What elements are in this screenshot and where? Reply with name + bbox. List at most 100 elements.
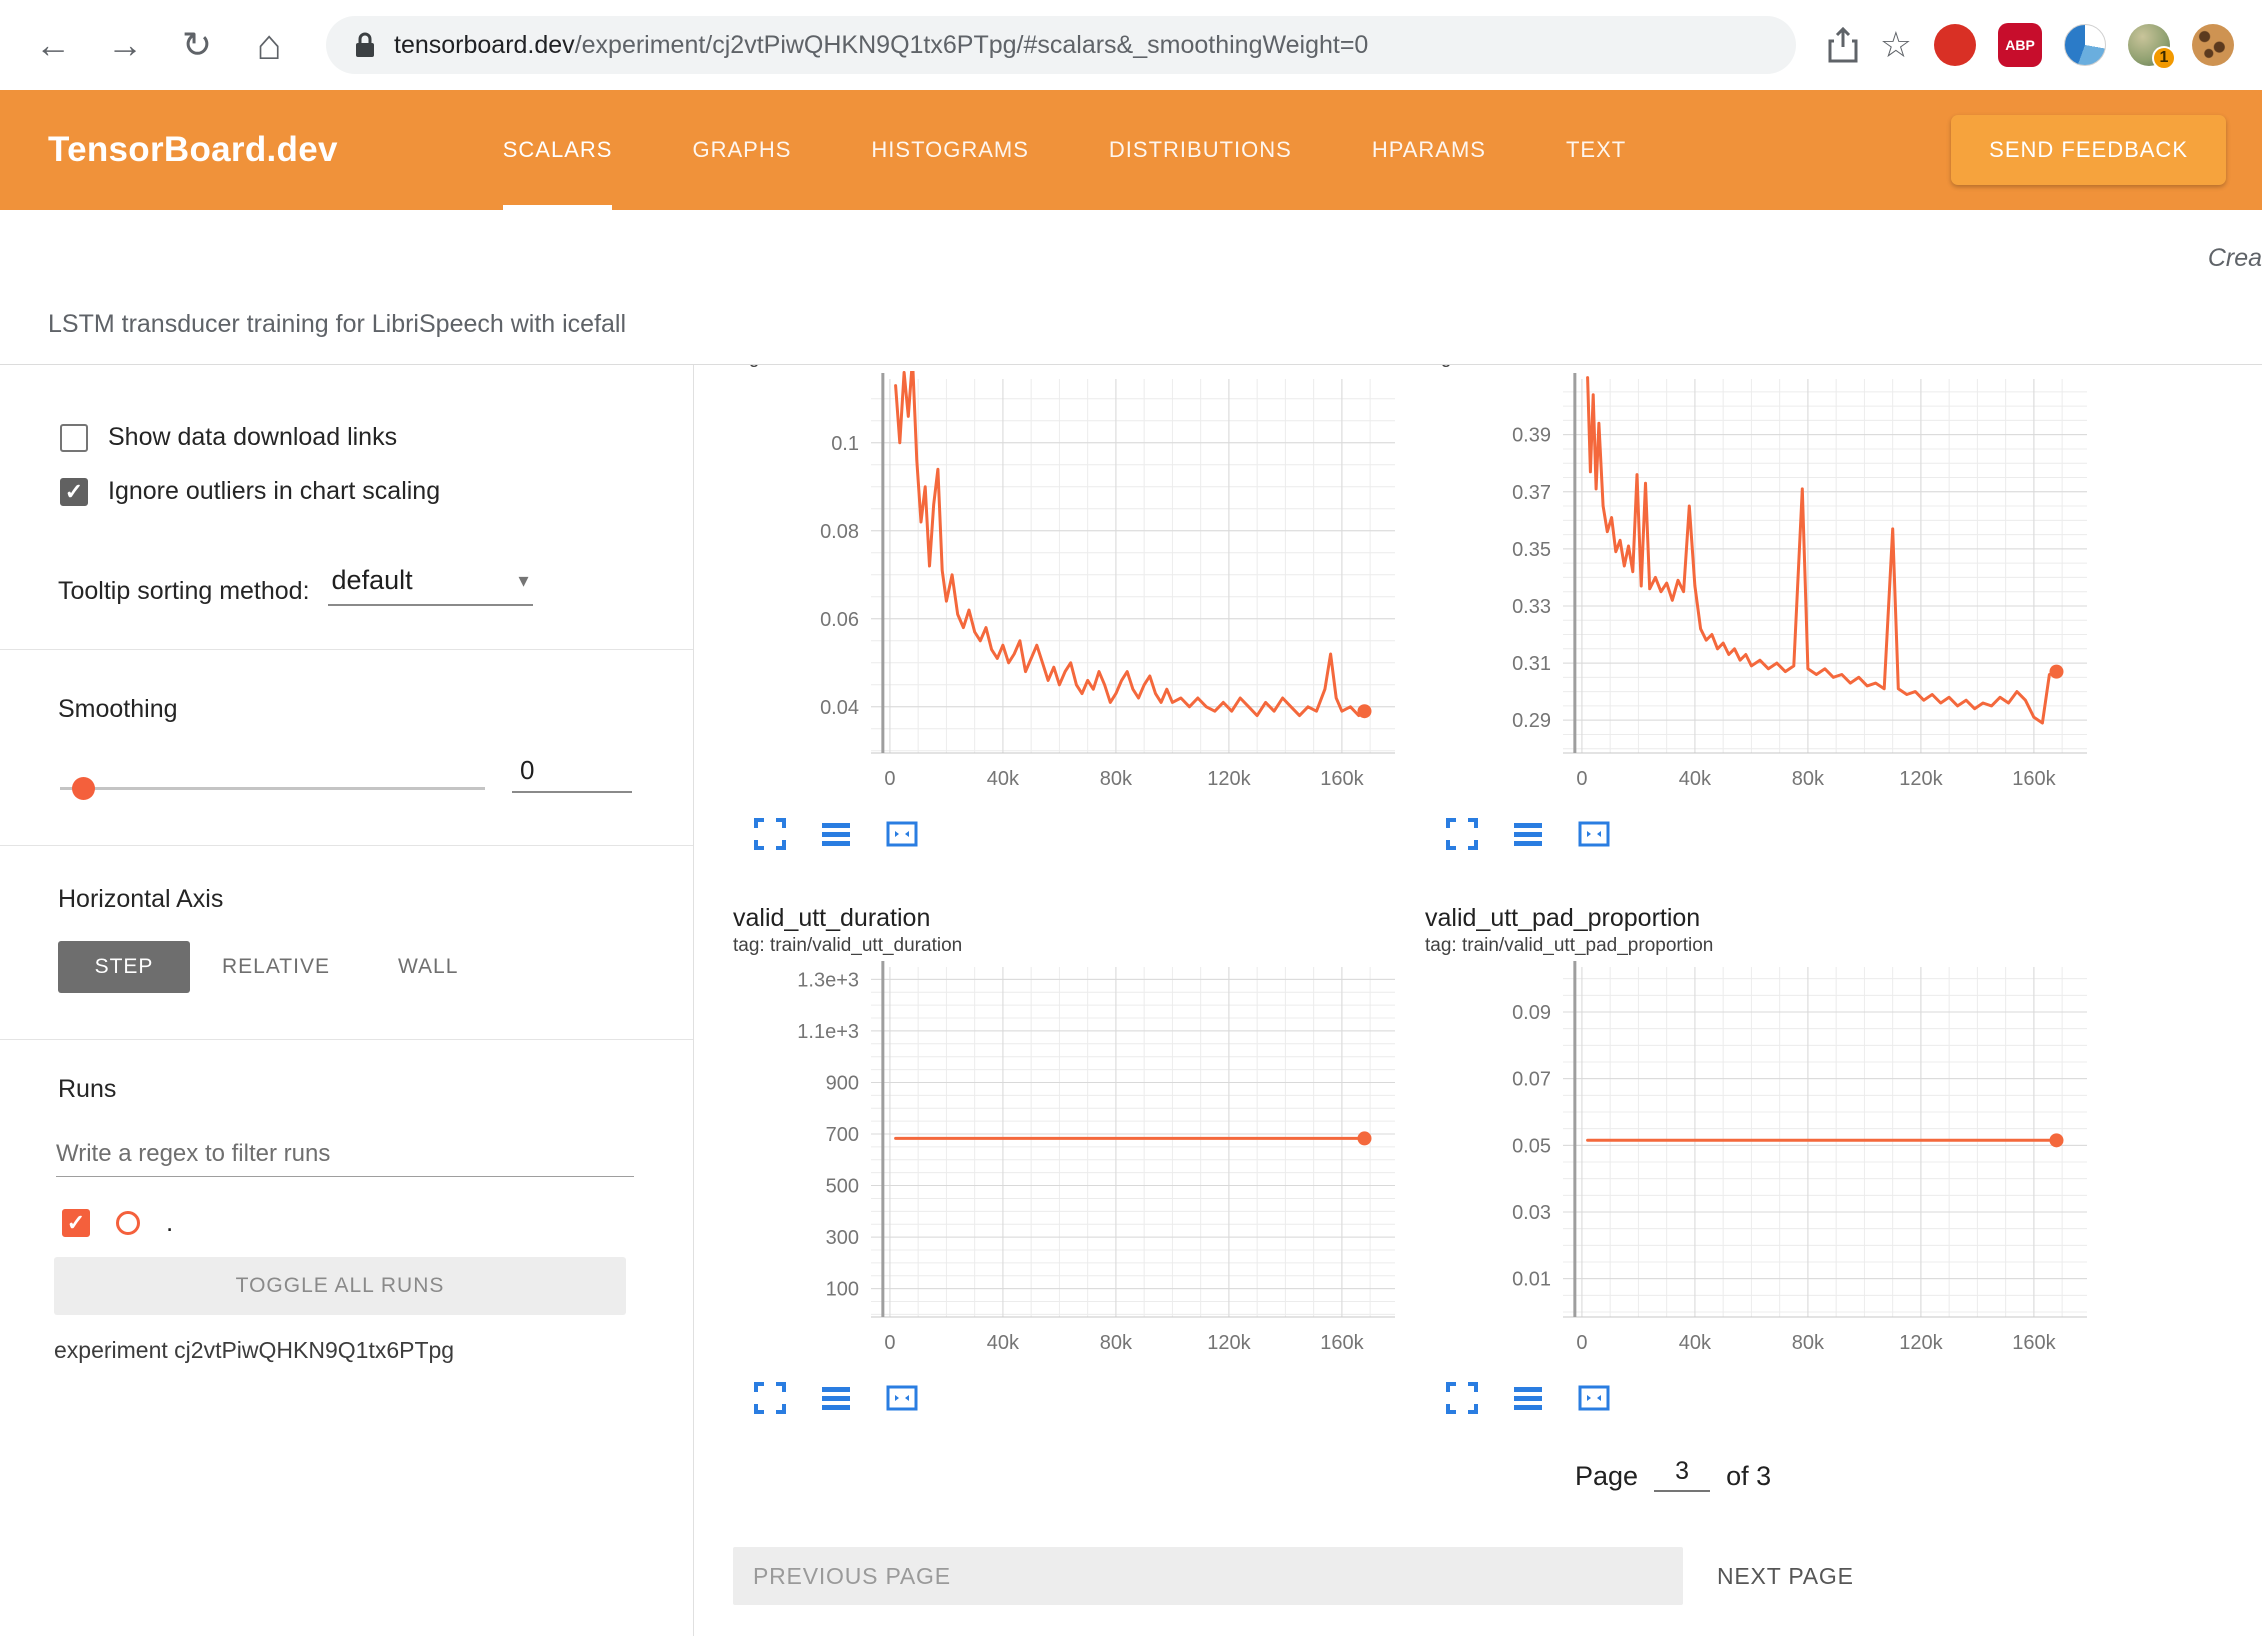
toggle-all-runs-button[interactable]: TOGGLE ALL RUNS [54,1257,626,1315]
svg-text:0.1: 0.1 [831,433,859,455]
runs-label: Runs [58,1075,116,1104]
svg-text:80k: 80k [1792,768,1825,790]
svg-text:0: 0 [884,1332,895,1354]
svg-text:80k: 80k [1792,1332,1825,1354]
run-color-swatch[interactable] [116,1211,140,1235]
svg-text:1.3e+3: 1.3e+3 [797,969,859,991]
svg-text:120k: 120k [1207,1332,1251,1354]
smoothing-value-input[interactable] [512,749,632,791]
svg-text:160k: 160k [2012,768,2056,790]
svg-text:0.08: 0.08 [820,521,859,543]
tab-scalars[interactable]: SCALARS [503,90,613,210]
tab-hparams[interactable]: HPARAMS [1372,90,1486,210]
svg-text:0.37: 0.37 [1512,482,1551,504]
show-download-links-checkbox[interactable] [60,424,88,452]
fit-domain-icon[interactable] [885,817,919,851]
smoothing-slider-thumb[interactable] [72,777,95,800]
chart-card-top-right: tag: train/… 0.290.310.330.350.370.39040… [1425,365,2131,851]
home-icon[interactable]: ⌂ [240,21,298,69]
address-bar[interactable]: tensorboard.dev/experiment/cj2vtPiwQHKN9… [326,16,1796,74]
previous-page-button[interactable]: PREVIOUS PAGE [733,1547,1683,1605]
subheader: Crea LSTM transducer training for LibriS… [0,210,2262,364]
pie-extension-icon[interactable] [2064,24,2106,66]
horizontal-lines-icon[interactable] [819,1381,853,1415]
svg-text:0.01: 0.01 [1512,1269,1551,1291]
axis-relative-button[interactable]: RELATIVE [222,941,330,993]
ignore-outliers-checkbox[interactable] [60,478,88,506]
fit-domain-icon[interactable] [885,1381,919,1415]
share-icon[interactable] [1828,27,1858,63]
divider [0,845,693,846]
app-header: TensorBoard.dev SCALARS GRAPHS HISTOGRAM… [0,90,2262,210]
axis-step-button[interactable]: STEP [58,941,190,993]
fit-domain-icon[interactable] [1577,1381,1611,1415]
svg-text:0: 0 [884,768,895,790]
chart-card-top-left: tag: train/… 0.040.060.080.1040k80k120k1… [733,365,1439,851]
svg-text:80k: 80k [1100,768,1133,790]
chart-title: valid_utt_pad_proportion [1425,903,2131,933]
url-path: /experiment/cj2vtPiwQHKN9Q1tx6PTpg/#scal… [575,31,1369,59]
back-icon[interactable]: ← [24,24,82,66]
fullscreen-icon[interactable] [1445,817,1479,851]
svg-text:40k: 40k [987,1332,1020,1354]
tab-distributions[interactable]: DISTRIBUTIONS [1109,90,1292,210]
svg-text:120k: 120k [1899,1332,1943,1354]
chevron-down-icon: ▾ [518,568,528,593]
profile-avatar[interactable]: 1 [2128,24,2170,66]
scalar-chart[interactable]: 0.040.060.080.1040k80k120k160k [733,371,1433,797]
bookmark-star-icon[interactable]: ☆ [1880,24,1912,66]
svg-text:80k: 80k [1100,1332,1133,1354]
svg-text:0.39: 0.39 [1512,425,1551,447]
horizontal-lines-icon[interactable] [1511,1381,1545,1415]
svg-text:0.03: 0.03 [1512,1202,1551,1224]
app-title: TensorBoard.dev [48,130,338,170]
nav-tabs: SCALARS GRAPHS HISTOGRAMS DISTRIBUTIONS … [503,90,1626,210]
page-label: Page [1575,1461,1638,1492]
chart-tag: tag: train/valid_utt_duration [733,933,1439,959]
axis-wall-button[interactable]: WALL [398,941,458,993]
browser-chrome: ← → ↻ ⌂ tensorboard.dev/experiment/cj2vt… [0,0,2262,90]
runs-filter-input[interactable] [56,1131,634,1176]
send-feedback-button[interactable]: SEND FEEDBACK [1951,115,2226,185]
svg-text:0: 0 [1576,1332,1587,1354]
chart-toolbar [1425,817,2131,851]
runs-filter-field [56,1131,634,1177]
svg-text:120k: 120k [1899,768,1943,790]
abp-extension-icon[interactable]: ABP [1998,23,2042,67]
svg-text:120k: 120k [1207,768,1251,790]
ignore-outliers-label: Ignore outliers in chart scaling [108,477,440,506]
fullscreen-icon[interactable] [1445,1381,1479,1415]
smoothing-slider-track[interactable] [60,787,485,790]
svg-text:0.05: 0.05 [1512,1135,1551,1157]
tooltip-sorting-select[interactable]: default ▾ [328,565,533,606]
scalar-chart[interactable]: 0.290.310.330.350.370.39040k80k120k160k [1425,371,2125,797]
tab-graphs[interactable]: GRAPHS [692,90,791,210]
adblocker-extension-icon[interactable] [1934,24,1976,66]
horizontal-lines-icon[interactable] [1511,817,1545,851]
smoothing-value-field [512,749,632,793]
fullscreen-icon[interactable] [753,817,787,851]
pagination: Page of 3 [1575,1457,1771,1492]
forward-icon[interactable]: → [96,24,154,66]
chart-toolbar [733,1381,1439,1415]
page-number-input[interactable] [1654,1457,1710,1492]
fit-domain-icon[interactable] [1577,817,1611,851]
tab-text[interactable]: TEXT [1566,90,1626,210]
tab-histograms[interactable]: HISTOGRAMS [871,90,1029,210]
tooltip-sorting-value: default [332,565,413,596]
fullscreen-icon[interactable] [753,1381,787,1415]
chart-title: valid_utt_duration [733,903,1439,933]
scalar-chart[interactable]: 0.010.030.050.070.09040k80k120k160k [1425,959,2125,1361]
url-domain: tensorboard.dev [394,31,575,59]
svg-text:0.04: 0.04 [820,697,859,719]
scalar-chart[interactable]: 1003005007009001.1e+31.3e+3040k80k120k16… [733,959,1433,1361]
chart-toolbar [1425,1381,2131,1415]
experiment-id-label: experiment cj2vtPiwQHKN9Q1tx6PTpg [54,1337,454,1364]
svg-text:0.09: 0.09 [1512,1002,1551,1024]
run-checkbox[interactable] [62,1209,90,1237]
cookie-extension-icon[interactable] [2192,24,2234,66]
horizontal-axis-label: Horizontal Axis [58,885,223,914]
reload-icon[interactable]: ↻ [168,24,226,66]
next-page-button[interactable]: NEXT PAGE [1717,1547,1854,1605]
horizontal-lines-icon[interactable] [819,817,853,851]
